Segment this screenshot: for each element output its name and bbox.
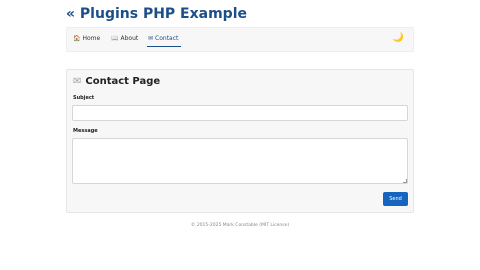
book-icon: 📖 [111,34,119,42]
contact-card: ✉ Contact Page Subject Message Send [66,69,414,213]
footer-copyright: © 2015-2025 Mark Constable (MIT License) [190,223,290,228]
home-icon: 🏠 [73,34,81,42]
navbar: 🏠 Home 📖 About ✉ Contact 🌙 [66,27,414,52]
resize-grip-icon[interactable] [403,179,407,183]
envelope-icon: ✉ [73,75,82,87]
message-label: Message [73,128,98,134]
nav-item-contact[interactable]: ✉ Contact [148,35,178,42]
message-textarea[interactable] [72,138,408,184]
nav-item-about[interactable]: 📖 About [111,35,138,42]
nav-item-label: About [120,35,139,42]
envelope-icon: ✉ [148,34,154,42]
nav-item-label: Home [82,35,101,42]
nav-item-label: Contact [155,35,179,42]
nav-item-home[interactable]: 🏠 Home [73,35,100,42]
site-title[interactable]: « Plugins PHP Example [66,6,247,22]
page-title-text: Contact Page [85,76,161,87]
moon-icon[interactable]: 🌙 [393,34,404,43]
active-tab-indicator [147,46,181,47]
subject-label: Subject [73,95,95,101]
send-button[interactable]: Send [383,192,408,206]
subject-input[interactable] [72,105,408,121]
page-title: ✉ Contact Page [73,76,160,87]
